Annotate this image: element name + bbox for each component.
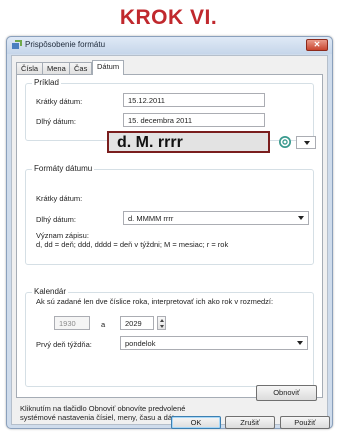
tab-date[interactable]: Dátum	[92, 60, 125, 75]
example-short-date-field: 15.12.2011	[123, 93, 265, 107]
close-button[interactable]: ✕	[306, 39, 328, 51]
example-long-date-label: Dlhý dátum:	[36, 117, 77, 126]
step-title: KROK VI.	[119, 6, 218, 29]
short-date-format-dropdown[interactable]	[296, 136, 316, 149]
example-long-date-field: 15. decembra 2011	[123, 113, 265, 127]
refresh-icon[interactable]	[278, 135, 292, 149]
example-short-date-label: Krátky dátum:	[36, 97, 83, 106]
year-to-stepper[interactable]	[157, 316, 166, 330]
format-meaning-text: d, dd = deň; ddd, dddd = deň v týždni; M…	[36, 240, 229, 249]
title-bar: Prispôsobenie formátu ✕	[7, 37, 332, 54]
first-day-of-week-label: Prvý deň týždňa:	[36, 340, 92, 349]
arrow-down-icon	[160, 325, 164, 328]
format-meaning-title: Význam zápisu:	[36, 231, 89, 240]
year-from-field: 1930	[54, 316, 90, 330]
first-day-of-week-select[interactable]: pondelok	[120, 336, 308, 350]
long-date-format-select[interactable]: d. MMMM rrrr	[123, 211, 309, 225]
customize-format-dialog: Prispôsobenie formátu ✕ Čísla Mena Čas D…	[6, 36, 333, 429]
calendar-group: Kalendár Ak sú zadané len dve číslice ro…	[25, 287, 314, 387]
arrow-up-icon	[160, 319, 164, 322]
short-date-format-field[interactable]: d. M. rrrr	[107, 131, 270, 153]
two-digit-year-description: Ak sú zadané len dve číslice roka, inter…	[36, 297, 274, 306]
dialog-title: Prispôsobenie formátu	[25, 40, 106, 49]
date-formats-group: Formáty dátumu Krátky dátum: Dlhý dátum:…	[25, 164, 314, 265]
restore-info-line2: systémové nastavenia čísiel, meny, času …	[20, 413, 191, 422]
tab-time[interactable]: Čas	[69, 62, 93, 74]
tab-numbers[interactable]: Čísla	[16, 62, 44, 74]
date-tab-panel: Príklad Krátky dátum: 15.12.2011 Dlhý dá…	[16, 74, 323, 398]
first-day-of-week-value: pondelok	[125, 339, 156, 348]
year-range-separator: a	[101, 320, 106, 329]
app-icon	[12, 40, 22, 49]
example-group-label: Príklad	[32, 78, 61, 87]
date-formats-group-label: Formáty dátumu	[32, 164, 95, 173]
tab-currency[interactable]: Mena	[42, 62, 71, 74]
long-date-format-label: Dlhý dátum:	[36, 215, 77, 224]
calendar-group-label: Kalendár	[32, 287, 69, 296]
year-to-field[interactable]: 2029	[120, 316, 154, 330]
restore-info-line1: Kliknutím na tlačidlo Obnoviť obnovíte p…	[20, 404, 186, 413]
ok-button[interactable]: OK	[171, 416, 221, 429]
dialog-body: Čísla Mena Čas Dátum Príklad Krátky dátu…	[11, 55, 328, 425]
apply-button[interactable]: Použiť	[280, 416, 330, 429]
chevron-down-icon	[304, 141, 310, 145]
restore-button[interactable]: Obnoviť	[256, 385, 317, 401]
chevron-down-icon	[297, 341, 303, 345]
short-date-format-label: Krátky dátum:	[36, 194, 83, 203]
cancel-button[interactable]: Zrušiť	[225, 416, 275, 429]
long-date-format-value: d. MMMM rrrr	[128, 214, 174, 223]
chevron-down-icon	[298, 216, 304, 220]
